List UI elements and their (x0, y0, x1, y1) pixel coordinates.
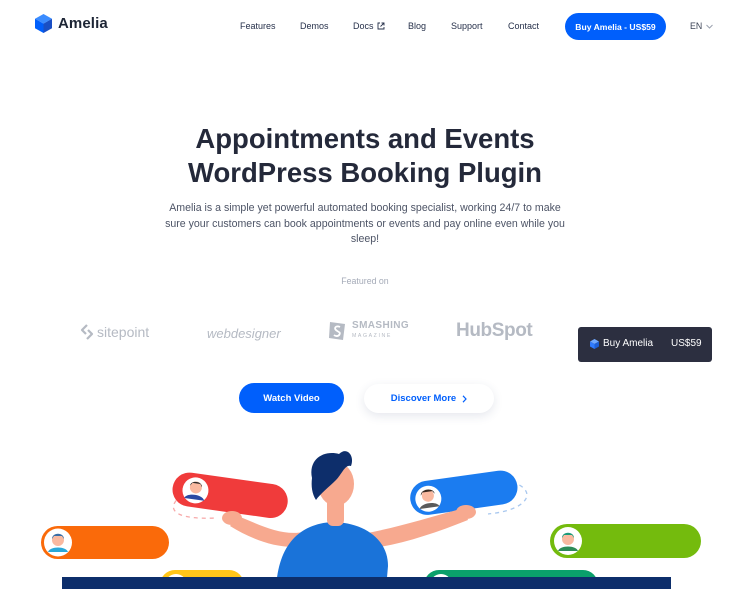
sitepoint-text: sitepoint (97, 324, 150, 340)
booking-pill-orange (41, 526, 169, 559)
hero-title-line2: WordPress Booking Plugin (188, 157, 542, 188)
booking-pill-green (550, 524, 701, 558)
hero-title: Appointments and Events WordPress Bookin… (0, 122, 730, 190)
webdesigner-text: webdesigner (207, 326, 281, 341)
nav-blog[interactable]: Blog (408, 21, 426, 31)
discover-more-label: Discover More (390, 393, 457, 404)
smashing-logo-icon (329, 322, 345, 340)
brand-logo[interactable]: Amelia (35, 14, 108, 33)
hubspot-logo: HubSpot (456, 320, 533, 342)
sitepoint-logo-icon (80, 324, 94, 340)
buy-amelia-nav-button[interactable]: Buy Amelia - US$59 (565, 13, 666, 40)
nav-features[interactable]: Features (240, 21, 276, 31)
nav-demos[interactable]: Demos (300, 21, 329, 31)
chevron-down-icon (706, 24, 714, 29)
smashing-text: SMASHING (352, 320, 410, 331)
chevron-right-icon (462, 394, 468, 403)
hubspot-text: HubSpot (456, 320, 533, 341)
booking-panel-dark (62, 577, 671, 589)
nav-support[interactable]: Support (451, 21, 483, 31)
nav-contact[interactable]: Contact (508, 21, 539, 31)
featured-on-label: Featured on (341, 276, 389, 286)
top-navigation: Amelia Features Demos Docs Blog Support … (0, 0, 730, 52)
floating-buy-button[interactable]: Buy Amelia US$59 (578, 327, 712, 362)
language-selector[interactable]: EN (690, 21, 714, 31)
hero-illustration (0, 440, 730, 589)
external-link-icon (377, 22, 384, 30)
language-label: EN (690, 21, 703, 31)
amelia-logo-icon (35, 14, 52, 33)
person-illustration (222, 451, 476, 589)
brand-name: Amelia (58, 15, 108, 32)
amelia-logo-icon (590, 339, 599, 349)
floating-buy-price: US$59 (671, 338, 702, 349)
smashing-magazine-logo: SMASHING MAGAZINE (327, 320, 409, 342)
hero-description: Amelia is a simple yet powerful automate… (165, 202, 565, 246)
discover-more-button[interactable]: Discover More (364, 384, 494, 413)
webdesigner-logo: webdesigner (207, 326, 281, 341)
magazine-text: MAGAZINE (352, 333, 392, 339)
floating-buy-label: Buy Amelia (603, 338, 654, 349)
watch-video-button[interactable]: Watch Video (239, 383, 344, 413)
nav-docs[interactable]: Docs (353, 21, 385, 31)
sitepoint-logo: sitepoint (80, 324, 149, 340)
hero-title-line1: Appointments and Events (195, 123, 535, 154)
nav-docs-label: Docs (353, 21, 374, 31)
